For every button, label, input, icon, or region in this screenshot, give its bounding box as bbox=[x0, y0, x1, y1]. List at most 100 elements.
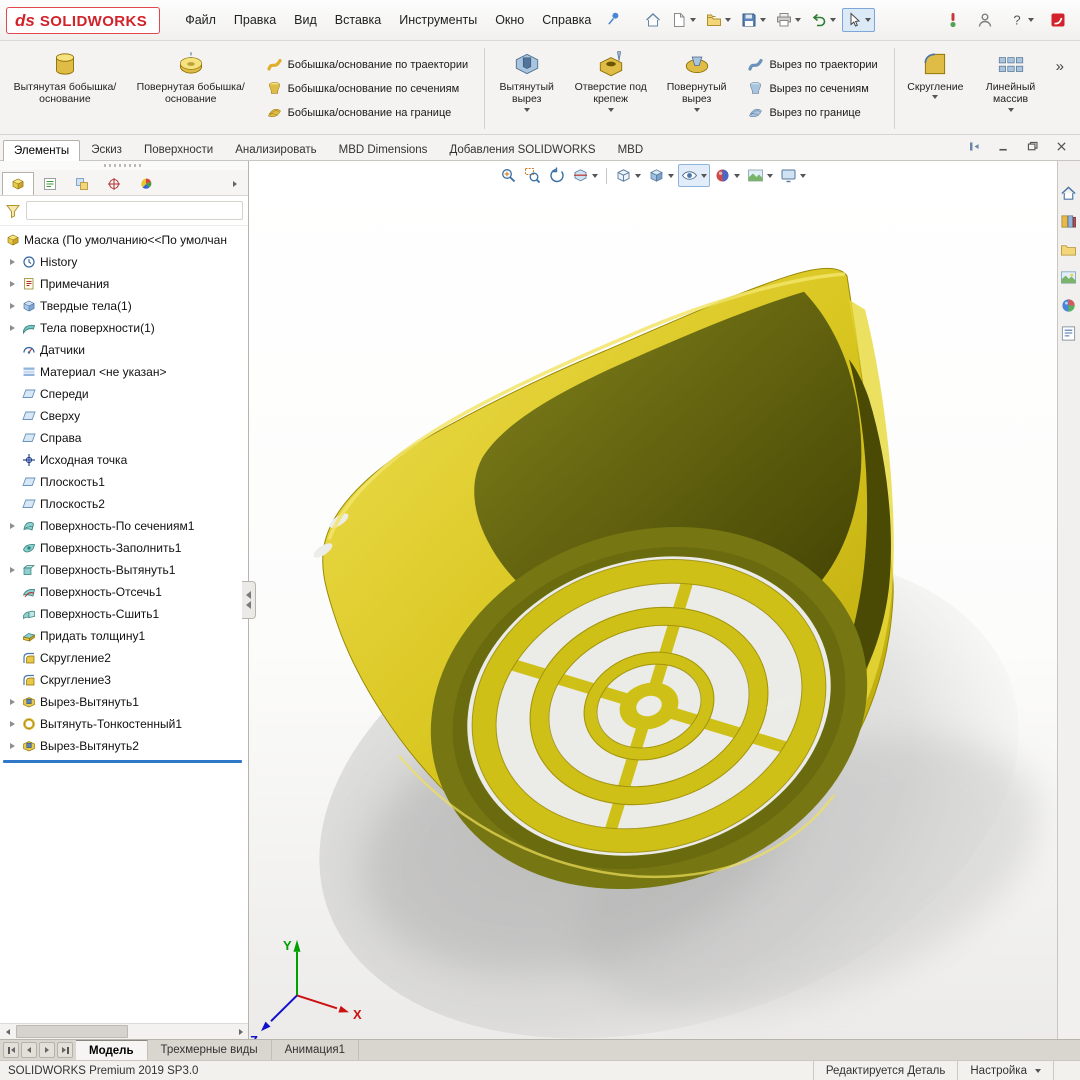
panel-horizontal-scrollbar[interactable] bbox=[0, 1023, 248, 1039]
menu-tools[interactable]: Инструменты bbox=[390, 8, 486, 32]
expand-arrow-icon[interactable] bbox=[6, 743, 18, 749]
panel-tab-configurationmanager[interactable] bbox=[66, 172, 98, 195]
view-settings-button[interactable] bbox=[777, 164, 809, 187]
swept-cut-button[interactable]: Вырез по траектории bbox=[743, 54, 882, 75]
tree-item-fillet2[interactable]: Скругление2 bbox=[0, 647, 248, 669]
minimize-document-button[interactable] bbox=[997, 140, 1010, 156]
graphics-viewport[interactable]: Y X Z bbox=[249, 161, 1057, 1039]
view-orientation-button[interactable] bbox=[612, 164, 644, 187]
select-button[interactable] bbox=[842, 8, 875, 32]
expand-arrow-icon[interactable] bbox=[6, 325, 18, 331]
tab-evaluate[interactable]: Анализировать bbox=[224, 139, 327, 160]
tree-item-material[interactable]: Материал <не указан> bbox=[0, 361, 248, 383]
panel-collapse-handle[interactable] bbox=[242, 581, 256, 619]
extruded-cut-button[interactable]: Вытянутый вырез bbox=[490, 44, 564, 133]
expand-arrow-icon[interactable] bbox=[6, 523, 18, 529]
scrollbar-track[interactable] bbox=[15, 1024, 233, 1039]
tree-item-sensors[interactable]: Датчики bbox=[0, 339, 248, 361]
dock-panel-button[interactable] bbox=[968, 140, 981, 156]
revolved-boss-base-button[interactable]: Повернутая бобышка/основание bbox=[128, 44, 254, 133]
lofted-boss-base-button[interactable]: Бобышка/основание по сечениям bbox=[262, 78, 474, 99]
customize-statusbar-button[interactable]: Настройка bbox=[957, 1061, 1053, 1080]
apply-scene-button[interactable] bbox=[744, 164, 776, 187]
tree-item-plane2[interactable]: Плоскость2 bbox=[0, 493, 248, 515]
rollback-bar[interactable] bbox=[3, 760, 242, 763]
save-document-button[interactable] bbox=[737, 8, 770, 32]
filter-funnel-icon[interactable] bbox=[5, 203, 21, 219]
menu-help[interactable]: Справка bbox=[533, 8, 600, 32]
taskpane-appearances-scenes-button[interactable] bbox=[1060, 297, 1078, 315]
menu-edit[interactable]: Правка bbox=[225, 8, 285, 32]
revolved-cut-button[interactable]: Повернутый вырез bbox=[658, 44, 736, 133]
panel-tabs-expand-button[interactable] bbox=[224, 173, 246, 195]
tree-item-surface-trim1[interactable]: Поверхность-Отсечь1 bbox=[0, 581, 248, 603]
tab-scroll-last-button[interactable] bbox=[57, 1042, 73, 1058]
expand-arrow-icon[interactable] bbox=[6, 303, 18, 309]
linear-pattern-button[interactable]: Линейный массив bbox=[973, 44, 1047, 133]
tree-item-thicken1[interactable]: Придать толщину1 bbox=[0, 625, 248, 647]
close-document-button[interactable] bbox=[1055, 140, 1068, 156]
expand-arrow-icon[interactable] bbox=[6, 699, 18, 705]
home-button[interactable] bbox=[641, 8, 665, 32]
panel-tab-dimxpertmanager[interactable] bbox=[98, 172, 130, 195]
boundary-boss-base-button[interactable]: Бобышка/основание на границе bbox=[262, 102, 474, 123]
tree-item-annotations[interactable]: Примечания bbox=[0, 273, 248, 295]
open-document-button[interactable] bbox=[702, 8, 735, 32]
undo-button[interactable] bbox=[807, 8, 840, 32]
edit-appearance-button[interactable] bbox=[711, 164, 743, 187]
tab-sketch[interactable]: Эскиз bbox=[80, 139, 133, 160]
zoom-to-area-button[interactable] bbox=[521, 164, 544, 187]
doc-tab-animation1[interactable]: Анимация1 bbox=[272, 1040, 359, 1060]
tab-scroll-left-button[interactable] bbox=[21, 1042, 37, 1058]
restore-document-button[interactable] bbox=[1026, 140, 1039, 156]
tab-mbd-dimensions[interactable]: MBD Dimensions bbox=[328, 139, 439, 160]
taskpane-custom-properties-button[interactable] bbox=[1060, 325, 1078, 343]
expand-arrow-icon[interactable] bbox=[6, 259, 18, 265]
tree-item-plane1[interactable]: Плоскость1 bbox=[0, 471, 248, 493]
taskpane-design-library-button[interactable] bbox=[1060, 213, 1078, 231]
user-account-button[interactable] bbox=[975, 10, 995, 30]
print-document-button[interactable] bbox=[772, 8, 805, 32]
swept-boss-base-button[interactable]: Бобышка/основание по траектории bbox=[262, 54, 474, 75]
tree-item-extrude-thin1[interactable]: Вытянуть-Тонкостенный1 bbox=[0, 713, 248, 735]
help-button[interactable]: ? bbox=[1007, 10, 1036, 30]
boundary-cut-button[interactable]: Вырез по границе bbox=[743, 102, 882, 123]
tree-item-front-plane[interactable]: Спереди bbox=[0, 383, 248, 405]
doc-tab-model[interactable]: Модель bbox=[76, 1040, 148, 1060]
tab-scroll-first-button[interactable] bbox=[3, 1042, 19, 1058]
ribbon-overflow-button[interactable]: » bbox=[1050, 44, 1076, 75]
new-document-button[interactable] bbox=[667, 8, 700, 32]
menu-view[interactable]: Вид bbox=[285, 8, 326, 32]
connection-status-button[interactable] bbox=[943, 10, 963, 30]
tree-item-history[interactable]: History bbox=[0, 251, 248, 273]
tab-scroll-right-button[interactable] bbox=[39, 1042, 55, 1058]
display-style-button[interactable] bbox=[645, 164, 677, 187]
tree-item-surface-loft1[interactable]: Поверхность-По сечениям1 bbox=[0, 515, 248, 537]
section-view-button[interactable] bbox=[569, 164, 601, 187]
scroll-left-button[interactable] bbox=[0, 1024, 15, 1039]
tree-item-surface-fill1[interactable]: Поверхность-Заполнить1 bbox=[0, 537, 248, 559]
taskpane-view-palette-button[interactable] bbox=[1060, 269, 1078, 287]
expand-arrow-icon[interactable] bbox=[6, 281, 18, 287]
taskpane-file-explorer-button[interactable] bbox=[1060, 241, 1078, 259]
scrollbar-thumb[interactable] bbox=[16, 1025, 128, 1038]
previous-view-button[interactable] bbox=[545, 164, 568, 187]
panel-tab-displaymanager[interactable] bbox=[130, 172, 162, 195]
tab-features[interactable]: Элементы bbox=[3, 140, 80, 161]
menu-window[interactable]: Окно bbox=[486, 8, 533, 32]
doc-tab-3d-views[interactable]: Трехмерные виды bbox=[148, 1040, 272, 1060]
zoom-to-fit-button[interactable] bbox=[497, 164, 520, 187]
lofted-cut-button[interactable]: Вырез по сечениям bbox=[743, 78, 882, 99]
menu-insert[interactable]: Вставка bbox=[326, 8, 390, 32]
scroll-right-button[interactable] bbox=[233, 1024, 248, 1039]
fillet-button[interactable]: Скругление bbox=[899, 44, 971, 133]
tab-mbd[interactable]: MBD bbox=[607, 139, 655, 160]
tree-item-surface-extrude1[interactable]: Поверхность-Вытянуть1 bbox=[0, 559, 248, 581]
expand-arrow-icon[interactable] bbox=[6, 721, 18, 727]
tree-item-cut-extrude1[interactable]: Вырез-Вытянуть1 bbox=[0, 691, 248, 713]
tree-item-origin[interactable]: Исходная точка bbox=[0, 449, 248, 471]
taskpane-home-button[interactable] bbox=[1060, 185, 1078, 203]
tab-solidworks-addins[interactable]: Добавления SOLIDWORKS bbox=[438, 139, 606, 160]
menu-file[interactable]: Файл bbox=[176, 8, 225, 32]
tree-item-top-plane[interactable]: Сверху bbox=[0, 405, 248, 427]
